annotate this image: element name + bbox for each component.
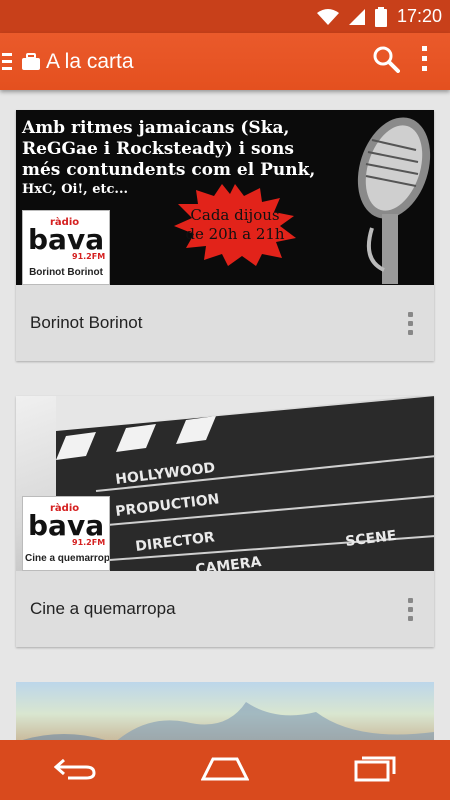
briefcase-icon[interactable] bbox=[22, 52, 40, 71]
radio-bava-logo: ràdio bava 91.2FM bbox=[23, 497, 109, 553]
home-button[interactable] bbox=[185, 745, 265, 795]
svg-text:91.2FM: 91.2FM bbox=[72, 538, 105, 547]
card-footer[interactable]: Borinot Borinot bbox=[16, 285, 434, 361]
back-button[interactable] bbox=[35, 745, 115, 795]
microphone-image bbox=[332, 110, 434, 285]
program-list[interactable]: Amb ritmes jamaicans (Ska, ReGGae i Rock… bbox=[0, 90, 450, 740]
program-title: Borinot Borinot bbox=[30, 313, 143, 332]
station-logo: ràdio bava 91.2FM Cine a quemarropa bbox=[22, 496, 110, 571]
drawer-icon[interactable] bbox=[0, 53, 14, 70]
station-logo: ràdio bava 91.2FM Borinot Borinot bbox=[22, 210, 110, 285]
program-banner[interactable]: HOLLYWOOD PRODUCTION DIRECTOR CAMERA SCE… bbox=[16, 396, 434, 571]
card-footer[interactable]: Cine a quemarropa bbox=[16, 571, 434, 647]
signal-icon bbox=[348, 8, 365, 26]
card-menu-icon[interactable] bbox=[400, 308, 420, 338]
status-bar: 17:20 bbox=[0, 0, 450, 33]
back-icon bbox=[53, 756, 96, 785]
search-icon bbox=[372, 45, 400, 78]
app-bar: A la carta bbox=[0, 33, 450, 90]
recents-button[interactable] bbox=[335, 745, 415, 795]
radio-bava-logo: ràdio bava 91.2FM bbox=[23, 211, 109, 267]
program-banner[interactable]: Amb ritmes jamaicans (Ska, ReGGae i Rock… bbox=[16, 110, 434, 285]
overflow-menu-icon bbox=[422, 46, 428, 77]
page-title: A la carta bbox=[46, 49, 134, 73]
home-icon bbox=[200, 755, 250, 786]
status-time: 17:20 bbox=[396, 6, 442, 26]
program-card[interactable]: HOLLYWOOD PRODUCTION DIRECTOR CAMERA SCE… bbox=[16, 396, 434, 647]
navigation-bar bbox=[0, 740, 450, 800]
program-card[interactable]: Amb ritmes jamaicans (Ska, ReGGae i Rock… bbox=[16, 110, 434, 361]
wifi-icon bbox=[316, 8, 339, 26]
schedule-text: Cada dijous de 20h a 21h bbox=[185, 206, 285, 243]
svg-text:91.2FM: 91.2FM bbox=[72, 252, 105, 261]
card-menu-icon[interactable] bbox=[400, 594, 420, 624]
search-button[interactable] bbox=[362, 38, 410, 86]
clapperboard-image: HOLLYWOOD PRODUCTION DIRECTOR CAMERA SCE… bbox=[56, 396, 434, 571]
program-card[interactable] bbox=[16, 682, 434, 740]
overflow-menu-button[interactable] bbox=[410, 38, 440, 86]
recents-icon bbox=[354, 754, 396, 787]
program-banner-image bbox=[22, 702, 434, 740]
program-title: Cine a quemarropa bbox=[30, 599, 176, 618]
battery-icon bbox=[374, 6, 387, 27]
